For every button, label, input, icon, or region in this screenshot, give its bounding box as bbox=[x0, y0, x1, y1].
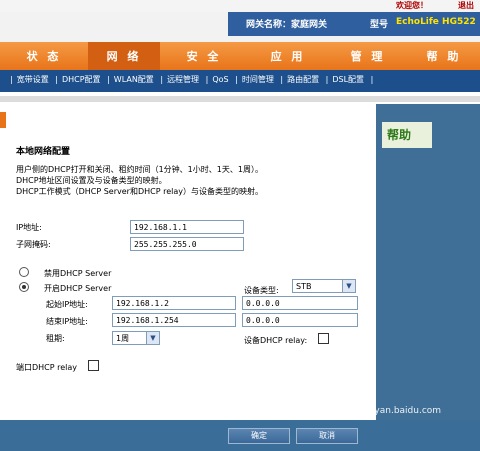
port-relay-label: 端口DHCP relay bbox=[16, 363, 78, 372]
nav-network[interactable]: 网 络 bbox=[88, 42, 160, 70]
logout-link[interactable]: 退出 bbox=[458, 0, 474, 11]
subnav-dsl[interactable]: DSL配置 bbox=[332, 75, 364, 84]
port-relay-checkbox[interactable] bbox=[88, 360, 99, 371]
subnav-time[interactable]: 时间管理 bbox=[242, 75, 274, 84]
ok-button[interactable]: 确定 bbox=[228, 428, 290, 444]
subnav-qos[interactable]: QoS bbox=[212, 75, 228, 84]
lease-value: 1周 bbox=[116, 334, 130, 343]
description-line-1: 用户侧的DHCP打开和关闭、租约时间（1分钟、1小时、1天、1周）。 bbox=[16, 165, 263, 174]
nav-status[interactable]: 状 态 bbox=[0, 42, 88, 70]
subnav-route[interactable]: 路由配置 bbox=[287, 75, 319, 84]
end-ip-label: 结束IP地址: bbox=[46, 317, 88, 326]
device-relay-checkbox[interactable] bbox=[318, 333, 329, 344]
model-value: EchoLife HG522 bbox=[396, 17, 476, 27]
help-panel bbox=[376, 104, 480, 420]
description-line-3: DHCP工作模式（DHCP Server和DHCP relay）与设备类型的映射… bbox=[16, 187, 263, 196]
start-ip-label: 起始IP地址: bbox=[46, 300, 88, 309]
chevron-down-icon: ▼ bbox=[146, 332, 159, 344]
sub-nav: | 宽带设置 | DHCP配置 | WLAN配置 | 远程管理 | QoS | 时间管理 |… bbox=[10, 75, 374, 84]
enable-dhcp-label: 开启DHCP Server bbox=[44, 284, 112, 293]
subnav-remote[interactable]: 远程管理 bbox=[167, 75, 199, 84]
device-type-value: STB bbox=[296, 282, 312, 291]
subnet-mask-input[interactable]: 255.255.255.0 bbox=[130, 237, 244, 251]
watermark: jingyan.baidu.com bbox=[358, 406, 442, 416]
help-title-box: 帮助 bbox=[382, 122, 432, 148]
subnav-dhcp[interactable]: DHCP配置 bbox=[62, 75, 101, 84]
end-ip-device-input[interactable]: 0.0.0.0 bbox=[242, 313, 358, 327]
start-ip-device-input[interactable]: 0.0.0.0 bbox=[242, 296, 358, 310]
enable-dhcp-radio[interactable] bbox=[19, 282, 29, 292]
ip-label: IP地址: bbox=[16, 223, 42, 232]
mask-label: 子网掩码: bbox=[16, 240, 51, 249]
nav-application[interactable]: 应 用 bbox=[248, 42, 328, 70]
disable-dhcp-label: 禁用DHCP Server bbox=[44, 269, 112, 278]
gateway-name: 网关名称：家庭网关 bbox=[246, 20, 328, 30]
nav-help[interactable]: 帮 助 bbox=[408, 42, 480, 70]
subnav-broadband[interactable]: 宽带设置 bbox=[17, 75, 49, 84]
ip-address-input[interactable]: 192.168.1.1 bbox=[130, 220, 244, 234]
side-tab-marker bbox=[0, 112, 6, 128]
device-relay-label: 设备DHCP relay: bbox=[244, 336, 308, 345]
chevron-down-icon: ▼ bbox=[342, 280, 355, 292]
subnav-wlan[interactable]: WLAN配置 bbox=[114, 75, 154, 84]
lease-select[interactable]: 1周 ▼ bbox=[112, 331, 160, 345]
end-ip-input[interactable]: 192.168.1.254 bbox=[112, 313, 236, 327]
device-type-select[interactable]: STB ▼ bbox=[292, 279, 356, 293]
lease-label: 租期: bbox=[46, 334, 65, 343]
separator-band bbox=[0, 96, 480, 102]
model-label: 型号 bbox=[370, 20, 389, 30]
nav-management[interactable]: 管 理 bbox=[328, 42, 408, 70]
help-title: 帮助 bbox=[387, 128, 412, 142]
cancel-button[interactable]: 取消 bbox=[296, 428, 358, 444]
disable-dhcp-radio[interactable] bbox=[19, 267, 29, 277]
nav-security[interactable]: 安 全 bbox=[160, 42, 248, 70]
welcome-text: 欢迎您！ bbox=[396, 1, 428, 10]
section-title: 本地网络配置 bbox=[16, 147, 71, 157]
start-ip-input[interactable]: 192.168.1.2 bbox=[112, 296, 236, 310]
device-type-label: 设备类型: bbox=[244, 286, 279, 295]
description-line-2: DHCP地址区间设置及与设备类型的映射。 bbox=[16, 176, 167, 185]
